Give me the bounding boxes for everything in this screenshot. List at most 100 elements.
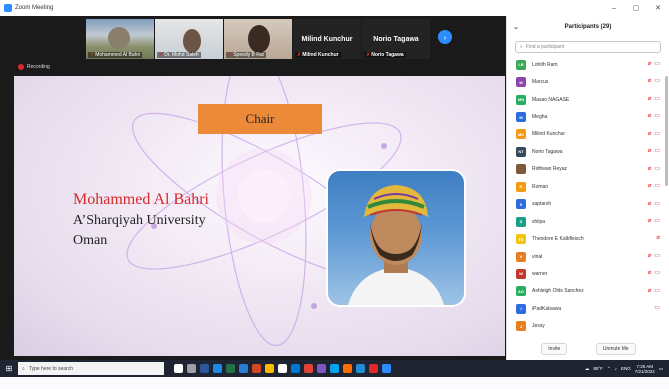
- participant-row[interactable]: R Roman ⌀ ▭: [507, 178, 669, 195]
- video-off-icon: ▭: [654, 78, 660, 85]
- participant-row[interactable]: Sshilpa ⌀ ▭: [507, 213, 669, 230]
- taskbar-app-icon[interactable]: [356, 364, 365, 373]
- participant-status-icons: ⌀ ▭: [648, 96, 660, 103]
- mic-muted-icon: ⌀: [647, 200, 652, 207]
- participant-row[interactable]: TK Theodore E Kalbfleisch ⌀: [507, 230, 669, 247]
- taskbar-app-icon[interactable]: [252, 364, 261, 373]
- avatar: M: [516, 112, 526, 123]
- mic-muted-icon: ⌀: [656, 235, 660, 242]
- video-thumbnail[interactable]: ✗Dr. Mohd Saleh: [155, 19, 223, 59]
- thumbnail-name: ✗Milind Kunchur: [295, 52, 341, 58]
- mic-muted-icon: ⌀: [647, 183, 652, 190]
- participant-row[interactable]: MN Masao NAGASE ⌀ ▭: [507, 91, 669, 108]
- participants-footer: Invite Unmute Me: [507, 338, 669, 360]
- participant-row[interactable]: M Megha ⌀ ▭: [507, 108, 669, 125]
- participant-search-input[interactable]: ⌕ Find a participant: [515, 41, 661, 53]
- avatar: S: [516, 216, 526, 227]
- participant-name: Marcus: [532, 79, 549, 86]
- thumbnail-name: ✗Mohammed Al Bahri: [88, 52, 143, 58]
- mic-muted-icon: ⌀: [647, 113, 652, 120]
- language-indicator[interactable]: ENG: [621, 366, 631, 371]
- participant-row[interactable]: AO Ashleigh Olds Sanchez ⌀ ▭: [507, 283, 669, 300]
- participant-status-icons: ▭: [654, 305, 660, 312]
- taskbar-app-icon[interactable]: [265, 364, 274, 373]
- participants-title: Participants (29): [564, 24, 612, 30]
- participant-row[interactable]: IiPadKatsawa ▭: [507, 300, 669, 317]
- mic-muted-icon: ⌀: [647, 130, 652, 137]
- next-page-button[interactable]: ›: [438, 30, 452, 44]
- speaker-name: Mohammed Al Bahri: [73, 191, 209, 208]
- participant-name: Lohith Ram: [532, 61, 558, 68]
- video-off-icon: ▭: [654, 148, 660, 155]
- participant-status-icons: ⌀ ▭: [648, 148, 660, 155]
- thumbnail-name: ✗Dr. Mohd Saleh: [157, 52, 201, 58]
- participant-name: Norio Tagawa: [532, 148, 563, 155]
- taskbar-app-icon[interactable]: [291, 364, 300, 373]
- clock[interactable]: 7:26 AM 7/21/2022: [635, 364, 655, 374]
- speaker-country: Oman: [73, 233, 108, 248]
- participant-name: Ridhwan Reyaz: [532, 166, 568, 173]
- window-title: Zoom Meeting: [15, 5, 54, 11]
- invite-button[interactable]: Invite: [541, 343, 568, 355]
- mic-muted-icon: ⌀: [647, 148, 652, 155]
- participant-name: Ashleigh Olds Sanchez: [532, 288, 584, 295]
- taskbar-app-icon[interactable]: [187, 364, 196, 373]
- taskbar-app-icon[interactable]: [330, 364, 339, 373]
- close-button[interactable]: ✕: [647, 0, 669, 16]
- video-thumbnail[interactable]: ✗Mohammed Al Bahri: [86, 19, 154, 59]
- participant-row[interactable]: NT Norio Tagawa ⌀ ▭: [507, 143, 669, 160]
- participant-row[interactable]: MK Milind Kunchur ⌀ ▭: [507, 126, 669, 143]
- participant-row[interactable]: Wwarner ⌀ ▭: [507, 265, 669, 282]
- taskbar-app-icon[interactable]: [278, 364, 287, 373]
- participant-list-scrollbar[interactable]: [665, 76, 668, 186]
- participant-name: shilpa: [532, 218, 546, 225]
- mic-muted-icon: ⌀: [647, 61, 652, 67]
- mic-muted-icon: ✗: [228, 52, 233, 58]
- participant-row[interactable]: Ssaptarsh ⌀ ▭: [507, 196, 669, 213]
- taskbar-app-icon[interactable]: [200, 364, 209, 373]
- participant-status-icons: ⌀ ▭: [648, 61, 660, 68]
- taskbar-app-icon[interactable]: [369, 364, 378, 373]
- taskbar-app-icon[interactable]: [226, 364, 235, 373]
- participant-status-icons: ⌀ ▭: [648, 78, 660, 85]
- mic-muted-icon: ✗: [90, 52, 95, 58]
- system-tray: ☁ 85°F ⌃ ♪ ENG 7:26 AM 7/21/2022 ▭: [585, 360, 663, 377]
- maximize-button[interactable]: ▢: [625, 0, 647, 16]
- taskbar-app-icon[interactable]: [304, 364, 313, 373]
- video-thumbnail[interactable]: Milind Kunchur ✗Milind Kunchur: [293, 19, 361, 59]
- participants-header: ⌄ Participants (29): [507, 16, 669, 38]
- notifications-icon[interactable]: ▭: [659, 366, 663, 372]
- participant-row[interactable]: J Jessy: [507, 318, 669, 335]
- chevron-down-icon[interactable]: ⌄: [513, 23, 519, 31]
- unmute-me-button[interactable]: Unmute Me: [595, 343, 636, 355]
- participant-status-icons: ⌀ ▭: [648, 218, 660, 225]
- participant-row[interactable]: Ridhwan Reyaz ⌀ ▭: [507, 161, 669, 178]
- taskbar-app-icon[interactable]: [317, 364, 326, 373]
- taskbar-app-icon[interactable]: [213, 364, 222, 373]
- video-off-icon: ▭: [654, 270, 660, 277]
- mic-muted-icon: ✗: [159, 52, 164, 58]
- participant-name: Masao NAGASE: [532, 96, 570, 103]
- network-icon[interactable]: ⌃: [607, 366, 611, 372]
- taskbar-app-icon[interactable]: [174, 364, 183, 373]
- taskbar-app-icon[interactable]: [343, 364, 352, 373]
- meeting-area: ✗Mohammed Al Bahri ✗Dr. Mohd Saleh ✗Spee…: [0, 16, 506, 360]
- avatar: MN: [516, 94, 526, 105]
- avatar: R: [516, 181, 526, 192]
- participant-status-icons: ⌀ ▭: [648, 253, 660, 260]
- participant-row[interactable]: LR Lohith Ram ⌀ ▭: [507, 56, 669, 73]
- zoom-app: Zoom Meeting – ▢ ✕ ✗Mohammed Al Bahri ✗D…: [0, 0, 669, 389]
- video-off-icon: ▭: [654, 95, 660, 102]
- taskbar-search-input[interactable]: ⌕ Type here to search: [18, 362, 164, 375]
- minimize-button[interactable]: –: [603, 0, 625, 16]
- participant-name: iPadKatsawa: [532, 305, 562, 312]
- mic-muted-icon: ⌀: [647, 78, 652, 85]
- volume-icon[interactable]: ♪: [615, 366, 617, 371]
- video-thumbnail[interactable]: Norio Tagawa ✗Norio Tagawa: [362, 19, 430, 59]
- participant-row[interactable]: M Marcus ⌀ ▭: [507, 73, 669, 90]
- taskbar-app-icon[interactable]: [382, 364, 391, 373]
- participant-row[interactable]: Vvinal ⌀ ▭: [507, 248, 669, 265]
- taskbar-app-icon[interactable]: [239, 364, 248, 373]
- windows-start-icon[interactable]: ⊞: [0, 360, 18, 377]
- video-thumbnail[interactable]: ✗Speedy B Rai: [224, 19, 292, 59]
